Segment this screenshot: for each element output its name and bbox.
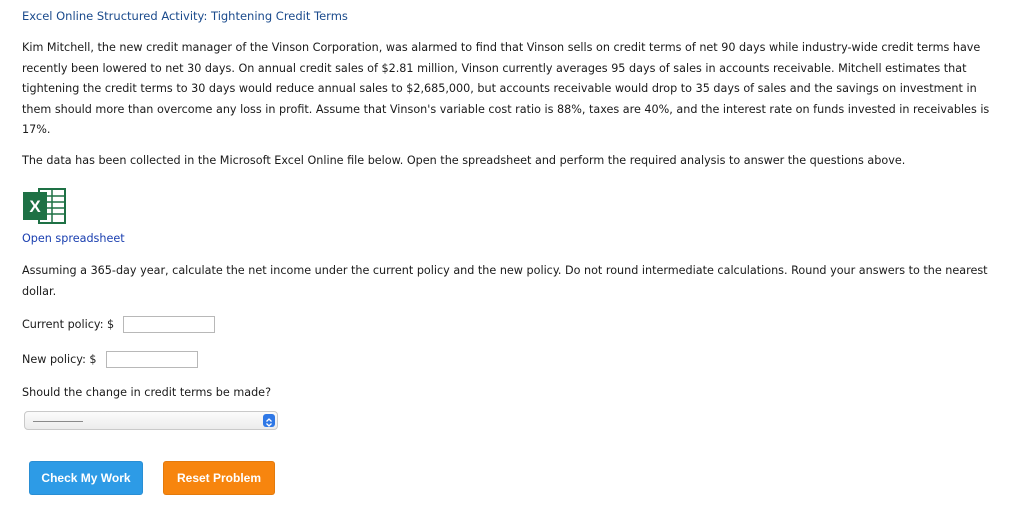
instruction-text: The data has been collected in the Micro… [22,153,906,167]
excel-icon-graphic: X [23,188,66,224]
question-text: Assuming a 365-day year, calculate the n… [22,264,988,298]
change-decision-select[interactable] [24,411,278,430]
select-arrows-icon [263,414,275,427]
activity-title: Excel Online Structured Activity: Tighte… [22,9,348,23]
new-policy-row: New policy: $ [22,349,1007,369]
problem-text: Kim Mitchell, the new credit manager of … [22,41,990,136]
excel-icon[interactable]: X [22,187,68,225]
action-buttons: Check My Work Reset Problem [29,461,1007,495]
activity-container: Excel Online Structured Activity: Tighte… [22,8,1007,495]
new-policy-input[interactable] [105,350,198,368]
excel-icon-letter: X [29,197,41,216]
current-policy-label: Current policy: $ [22,317,115,331]
current-policy-row: Current policy: $ [22,314,1007,334]
open-spreadsheet-link[interactable]: Open spreadsheet [22,231,125,247]
select-placeholder-line [33,421,83,422]
reset-problem-button[interactable]: Reset Problem [163,461,275,495]
current-policy-input[interactable] [123,315,216,333]
check-my-work-button[interactable]: Check My Work [29,461,143,495]
new-policy-label: New policy: $ [22,352,97,366]
change-question: Should the change in credit terms be mad… [22,386,272,399]
